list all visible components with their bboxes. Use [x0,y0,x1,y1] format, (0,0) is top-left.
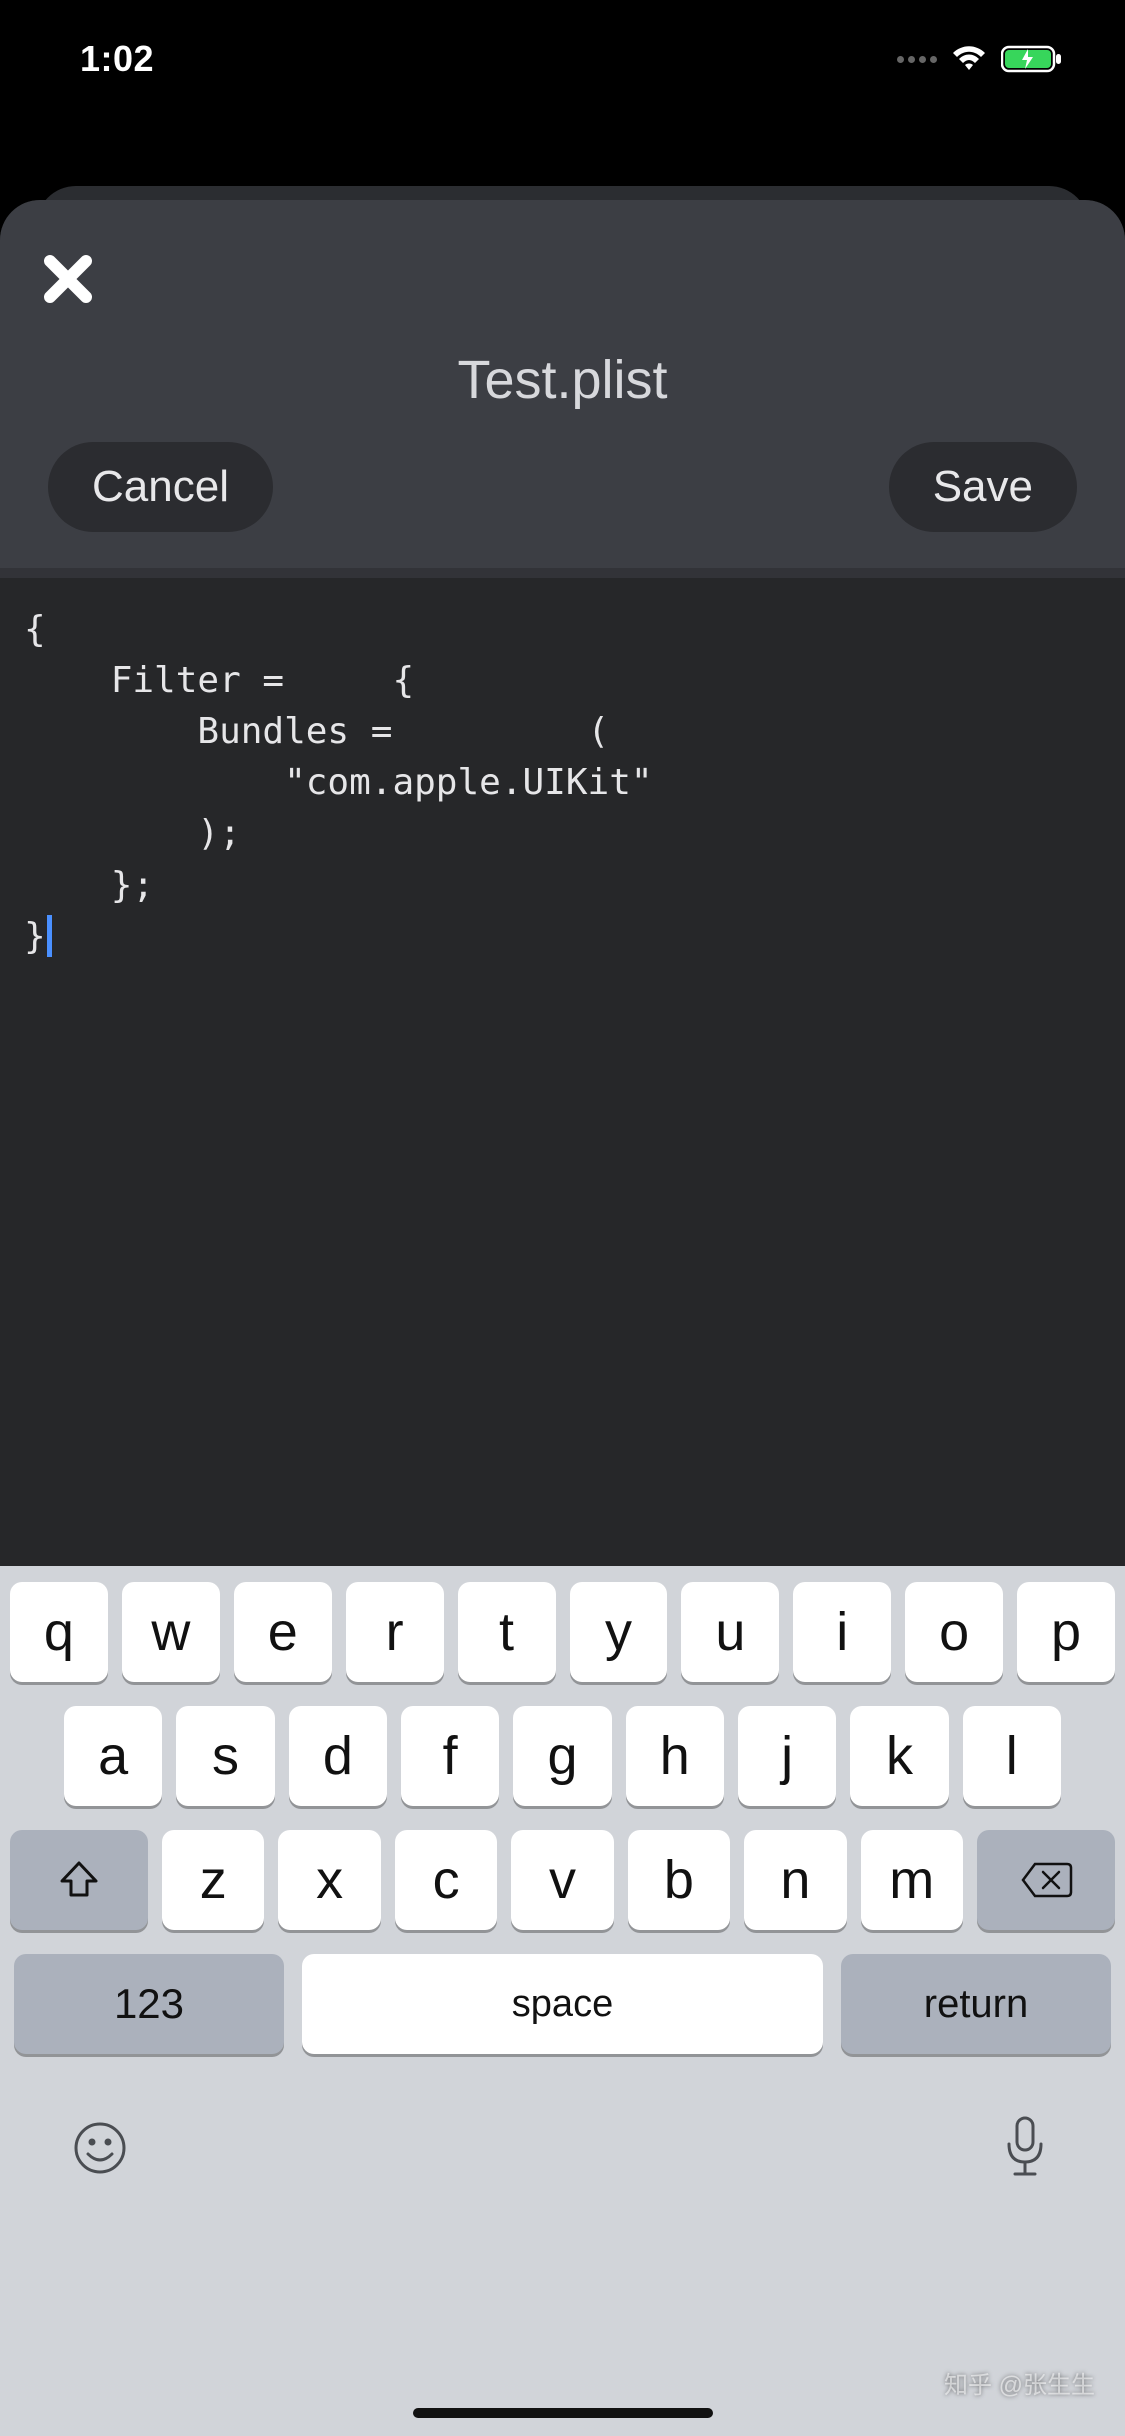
key-b[interactable]: b [628,1830,730,1930]
key-u[interactable]: u [681,1582,779,1682]
key-y[interactable]: y [570,1582,668,1682]
key-q[interactable]: q [10,1582,108,1682]
key-g[interactable]: g [513,1706,611,1806]
key-f[interactable]: f [401,1706,499,1806]
key-w[interactable]: w [122,1582,220,1682]
keyboard-bottom-row [10,2078,1115,2228]
cancel-button[interactable]: Cancel [48,442,273,532]
battery-charging-icon [1001,44,1065,74]
status-bar: 1:02 [0,0,1125,88]
key-d[interactable]: d [289,1706,387,1806]
backspace-icon [1019,1860,1073,1900]
key-j[interactable]: j [738,1706,836,1806]
key-p[interactable]: p [1017,1582,1115,1682]
key-123[interactable]: 123 [14,1954,284,2054]
key-r[interactable]: r [346,1582,444,1682]
key-z[interactable]: z [162,1830,264,1930]
key-e[interactable]: e [234,1582,332,1682]
key-x[interactable]: x [278,1830,380,1930]
key-i[interactable]: i [793,1582,891,1682]
key-backspace[interactable] [977,1830,1115,1930]
text-cursor [47,915,52,957]
save-button[interactable]: Save [889,442,1077,532]
home-indicator[interactable] [413,2408,713,2418]
status-time: 1:02 [80,38,154,80]
wifi-icon [949,44,989,74]
keyboard-row-2: a s d f g h j k l [10,1706,1115,1806]
key-shift[interactable] [10,1830,148,1930]
code-editor[interactable]: { Filter = { Bundles = ( "com.apple.UIKi… [0,578,1125,1728]
key-space[interactable]: space [302,1954,823,2054]
page-title: Test.plist [457,349,667,411]
key-return[interactable]: return [841,1954,1111,2054]
keyboard-row-3: z x c v b n m [10,1830,1115,1930]
cellular-dots-icon [897,56,937,63]
shift-icon [56,1857,102,1903]
emoji-icon [70,2118,130,2178]
key-t[interactable]: t [458,1582,556,1682]
header-divider [0,568,1125,578]
keyboard-row-1: q w e r t y u i o p [10,1582,1115,1682]
key-a[interactable]: a [64,1706,162,1806]
key-m[interactable]: m [861,1830,963,1930]
key-k[interactable]: k [850,1706,948,1806]
close-button[interactable] [32,243,104,315]
status-right [897,44,1065,74]
code-content: { Filter = { Bundles = ( "com.apple.UIKi… [24,604,1101,962]
key-o[interactable]: o [905,1582,1003,1682]
key-c[interactable]: c [395,1830,497,1930]
key-s[interactable]: s [176,1706,274,1806]
emoji-button[interactable] [60,2108,140,2188]
watermark: 知乎 @张生生 [944,2365,1095,2400]
keyboard: q w e r t y u i o p a s d f g h j k l z … [0,1566,1125,2436]
sheet-header: Test.plist Cancel Save [0,200,1125,568]
key-n[interactable]: n [744,1830,846,1930]
microphone-icon [1001,2114,1049,2182]
key-l[interactable]: l [963,1706,1061,1806]
close-icon [38,249,98,309]
keyboard-row-4: 123 space return [10,1954,1115,2054]
dictation-button[interactable] [985,2108,1065,2188]
key-h[interactable]: h [626,1706,724,1806]
key-v[interactable]: v [511,1830,613,1930]
